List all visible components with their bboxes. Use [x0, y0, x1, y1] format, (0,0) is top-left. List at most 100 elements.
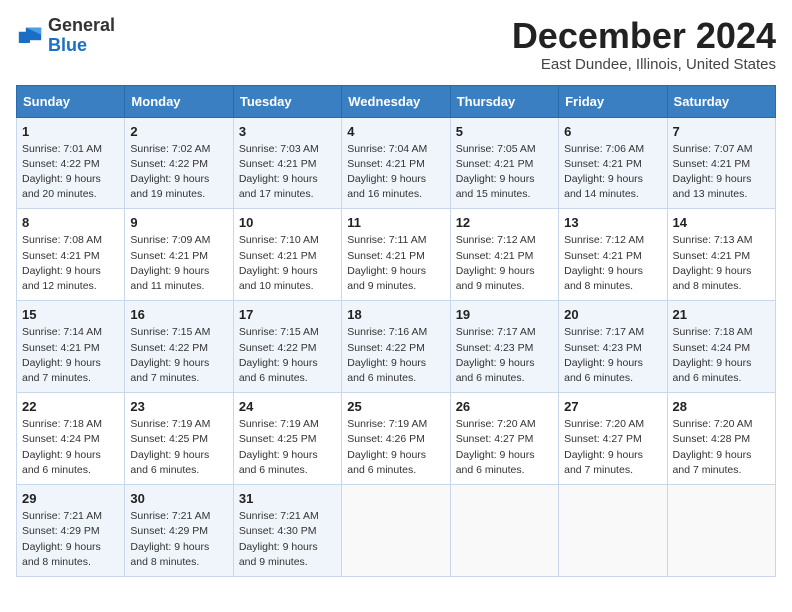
day-info: Sunrise: 7:18 AMSunset: 4:24 PMDaylight:… — [673, 325, 770, 386]
day-info: Sunrise: 7:14 AMSunset: 4:21 PMDaylight:… — [22, 325, 119, 386]
calendar-cell: 9 Sunrise: 7:09 AMSunset: 4:21 PMDaylight… — [125, 209, 233, 301]
day-info: Sunrise: 7:21 AMSunset: 4:29 PMDaylight:… — [22, 509, 119, 570]
calendar-cell: 6 Sunrise: 7:06 AMSunset: 4:21 PMDaylight… — [559, 117, 667, 209]
day-number: 25 — [347, 399, 444, 414]
day-info: Sunrise: 7:05 AMSunset: 4:21 PMDaylight:… — [456, 142, 553, 203]
day-number: 12 — [456, 215, 553, 230]
calendar-cell: 17 Sunrise: 7:15 AMSunset: 4:22 PMDayligh… — [233, 301, 341, 393]
day-info: Sunrise: 7:15 AMSunset: 4:22 PMDaylight:… — [130, 325, 227, 386]
calendar-cell: 20Sunrise: 7:17 AMSunset: 4:23 PMDayligh… — [559, 301, 667, 393]
header-day-sunday: Sunday — [17, 85, 125, 117]
day-info: Sunrise: 7:20 AMSunset: 4:27 PMDaylight:… — [456, 417, 553, 478]
calendar-cell: 25 Sunrise: 7:19 AMSunset: 4:26 PMDayligh… — [342, 393, 450, 485]
day-info: Sunrise: 7:15 AMSunset: 4:22 PMDaylight:… — [239, 325, 336, 386]
calendar-cell: 5Sunrise: 7:05 AMSunset: 4:21 PMDaylight… — [450, 117, 558, 209]
calendar-cell: 27Sunrise: 7:20 AMSunset: 4:27 PMDayligh… — [559, 393, 667, 485]
calendar-cell: 12 Sunrise: 7:12 AMSunset: 4:21 PMDayligh… — [450, 209, 558, 301]
calendar-cell: 15 Sunrise: 7:14 AMSunset: 4:21 PMDayligh… — [17, 301, 125, 393]
day-number: 7 — [673, 124, 770, 139]
calendar-cell — [667, 485, 775, 577]
calendar-week-3: 15 Sunrise: 7:14 AMSunset: 4:21 PMDayligh… — [17, 301, 776, 393]
day-number: 11 — [347, 215, 444, 230]
logo: General Blue — [16, 16, 115, 56]
day-info: Sunrise: 7:20 AMSunset: 4:28 PMDaylight:… — [673, 417, 770, 478]
calendar-cell: 24Sunrise: 7:19 AMSunset: 4:25 PMDayligh… — [233, 393, 341, 485]
day-info: Sunrise: 7:08 AMSunset: 4:21 PMDaylight:… — [22, 233, 119, 294]
page-title: December 2024 — [512, 16, 776, 56]
calendar-cell: 28 Sunrise: 7:20 AMSunset: 4:28 PMDayligh… — [667, 393, 775, 485]
day-info: Sunrise: 7:17 AMSunset: 4:23 PMDaylight:… — [564, 325, 661, 386]
day-info: Sunrise: 7:01 AMSunset: 4:22 PMDaylight:… — [22, 142, 119, 203]
calendar-cell: 11 Sunrise: 7:11 AMSunset: 4:21 PMDayligh… — [342, 209, 450, 301]
calendar-table: SundayMondayTuesdayWednesdayThursdayFrid… — [16, 85, 776, 577]
day-number: 19 — [456, 307, 553, 322]
day-number: 9 — [130, 215, 227, 230]
header-day-wednesday: Wednesday — [342, 85, 450, 117]
calendar-cell: 1Sunrise: 7:01 AMSunset: 4:22 PMDaylight… — [17, 117, 125, 209]
calendar-cell: 3 Sunrise: 7:03 AMSunset: 4:21 PMDaylight… — [233, 117, 341, 209]
day-info: Sunrise: 7:06 AMSunset: 4:21 PMDaylight:… — [564, 142, 661, 203]
page-header: General Blue December 2024 East Dundee, … — [16, 16, 776, 73]
day-number: 16 — [130, 307, 227, 322]
calendar-cell: 16 Sunrise: 7:15 AMSunset: 4:22 PMDayligh… — [125, 301, 233, 393]
day-number: 24 — [239, 399, 336, 414]
day-info: Sunrise: 7:12 AMSunset: 4:21 PMDaylight:… — [456, 233, 553, 294]
logo-icon — [16, 22, 44, 50]
subtitle: East Dundee, Illinois, United States — [512, 56, 776, 73]
day-number: 6 — [564, 124, 661, 139]
logo-blue-text: Blue — [48, 35, 87, 55]
day-number: 21 — [673, 307, 770, 322]
day-number: 23 — [130, 399, 227, 414]
header-day-monday: Monday — [125, 85, 233, 117]
day-info: Sunrise: 7:03 AMSunset: 4:21 PMDaylight:… — [239, 142, 336, 203]
header-day-saturday: Saturday — [667, 85, 775, 117]
day-info: Sunrise: 7:12 AMSunset: 4:21 PMDaylight:… — [564, 233, 661, 294]
calendar-cell — [450, 485, 558, 577]
calendar-cell: 31 Sunrise: 7:21 AMSunset: 4:30 PMDayligh… — [233, 485, 341, 577]
calendar-week-1: 1Sunrise: 7:01 AMSunset: 4:22 PMDaylight… — [17, 117, 776, 209]
day-number: 14 — [673, 215, 770, 230]
calendar-cell: 14 Sunrise: 7:13 AMSunset: 4:21 PMDayligh… — [667, 209, 775, 301]
day-info: Sunrise: 7:13 AMSunset: 4:21 PMDaylight:… — [673, 233, 770, 294]
day-info: Sunrise: 7:21 AMSunset: 4:29 PMDaylight:… — [130, 509, 227, 570]
day-number: 18 — [347, 307, 444, 322]
day-number: 31 — [239, 491, 336, 506]
day-info: Sunrise: 7:17 AMSunset: 4:23 PMDaylight:… — [456, 325, 553, 386]
day-info: Sunrise: 7:18 AMSunset: 4:24 PMDaylight:… — [22, 417, 119, 478]
calendar-cell: 22Sunrise: 7:18 AMSunset: 4:24 PMDayligh… — [17, 393, 125, 485]
day-info: Sunrise: 7:10 AMSunset: 4:21 PMDaylight:… — [239, 233, 336, 294]
calendar-cell: 23Sunrise: 7:19 AMSunset: 4:25 PMDayligh… — [125, 393, 233, 485]
day-number: 3 — [239, 124, 336, 139]
calendar-cell: 21 Sunrise: 7:18 AMSunset: 4:24 PMDayligh… — [667, 301, 775, 393]
day-number: 27 — [564, 399, 661, 414]
day-info: Sunrise: 7:11 AMSunset: 4:21 PMDaylight:… — [347, 233, 444, 294]
calendar-week-5: 29 Sunrise: 7:21 AMSunset: 4:29 PMDayligh… — [17, 485, 776, 577]
calendar-cell: 2 Sunrise: 7:02 AMSunset: 4:22 PMDaylight… — [125, 117, 233, 209]
day-number: 10 — [239, 215, 336, 230]
calendar-cell: 29 Sunrise: 7:21 AMSunset: 4:29 PMDayligh… — [17, 485, 125, 577]
day-number: 17 — [239, 307, 336, 322]
calendar-week-4: 22Sunrise: 7:18 AMSunset: 4:24 PMDayligh… — [17, 393, 776, 485]
day-info: Sunrise: 7:07 AMSunset: 4:21 PMDaylight:… — [673, 142, 770, 203]
day-info: Sunrise: 7:04 AMSunset: 4:21 PMDaylight:… — [347, 142, 444, 203]
day-info: Sunrise: 7:02 AMSunset: 4:22 PMDaylight:… — [130, 142, 227, 203]
day-number: 29 — [22, 491, 119, 506]
calendar-cell: 18Sunrise: 7:16 AMSunset: 4:22 PMDayligh… — [342, 301, 450, 393]
day-number: 26 — [456, 399, 553, 414]
day-info: Sunrise: 7:19 AMSunset: 4:26 PMDaylight:… — [347, 417, 444, 478]
title-block: December 2024 East Dundee, Illinois, Uni… — [512, 16, 776, 73]
calendar-cell: 7 Sunrise: 7:07 AMSunset: 4:21 PMDaylight… — [667, 117, 775, 209]
day-number: 30 — [130, 491, 227, 506]
calendar-cell — [559, 485, 667, 577]
day-number: 4 — [347, 124, 444, 139]
calendar-cell — [342, 485, 450, 577]
logo-general-text: General — [48, 15, 115, 35]
day-info: Sunrise: 7:09 AMSunset: 4:21 PMDaylight:… — [130, 233, 227, 294]
day-number: 2 — [130, 124, 227, 139]
calendar-cell: 26 Sunrise: 7:20 AMSunset: 4:27 PMDayligh… — [450, 393, 558, 485]
calendar-cell: 4 Sunrise: 7:04 AMSunset: 4:21 PMDaylight… — [342, 117, 450, 209]
day-number: 15 — [22, 307, 119, 322]
day-info: Sunrise: 7:21 AMSunset: 4:30 PMDaylight:… — [239, 509, 336, 570]
day-number: 28 — [673, 399, 770, 414]
calendar-header-row: SundayMondayTuesdayWednesdayThursdayFrid… — [17, 85, 776, 117]
